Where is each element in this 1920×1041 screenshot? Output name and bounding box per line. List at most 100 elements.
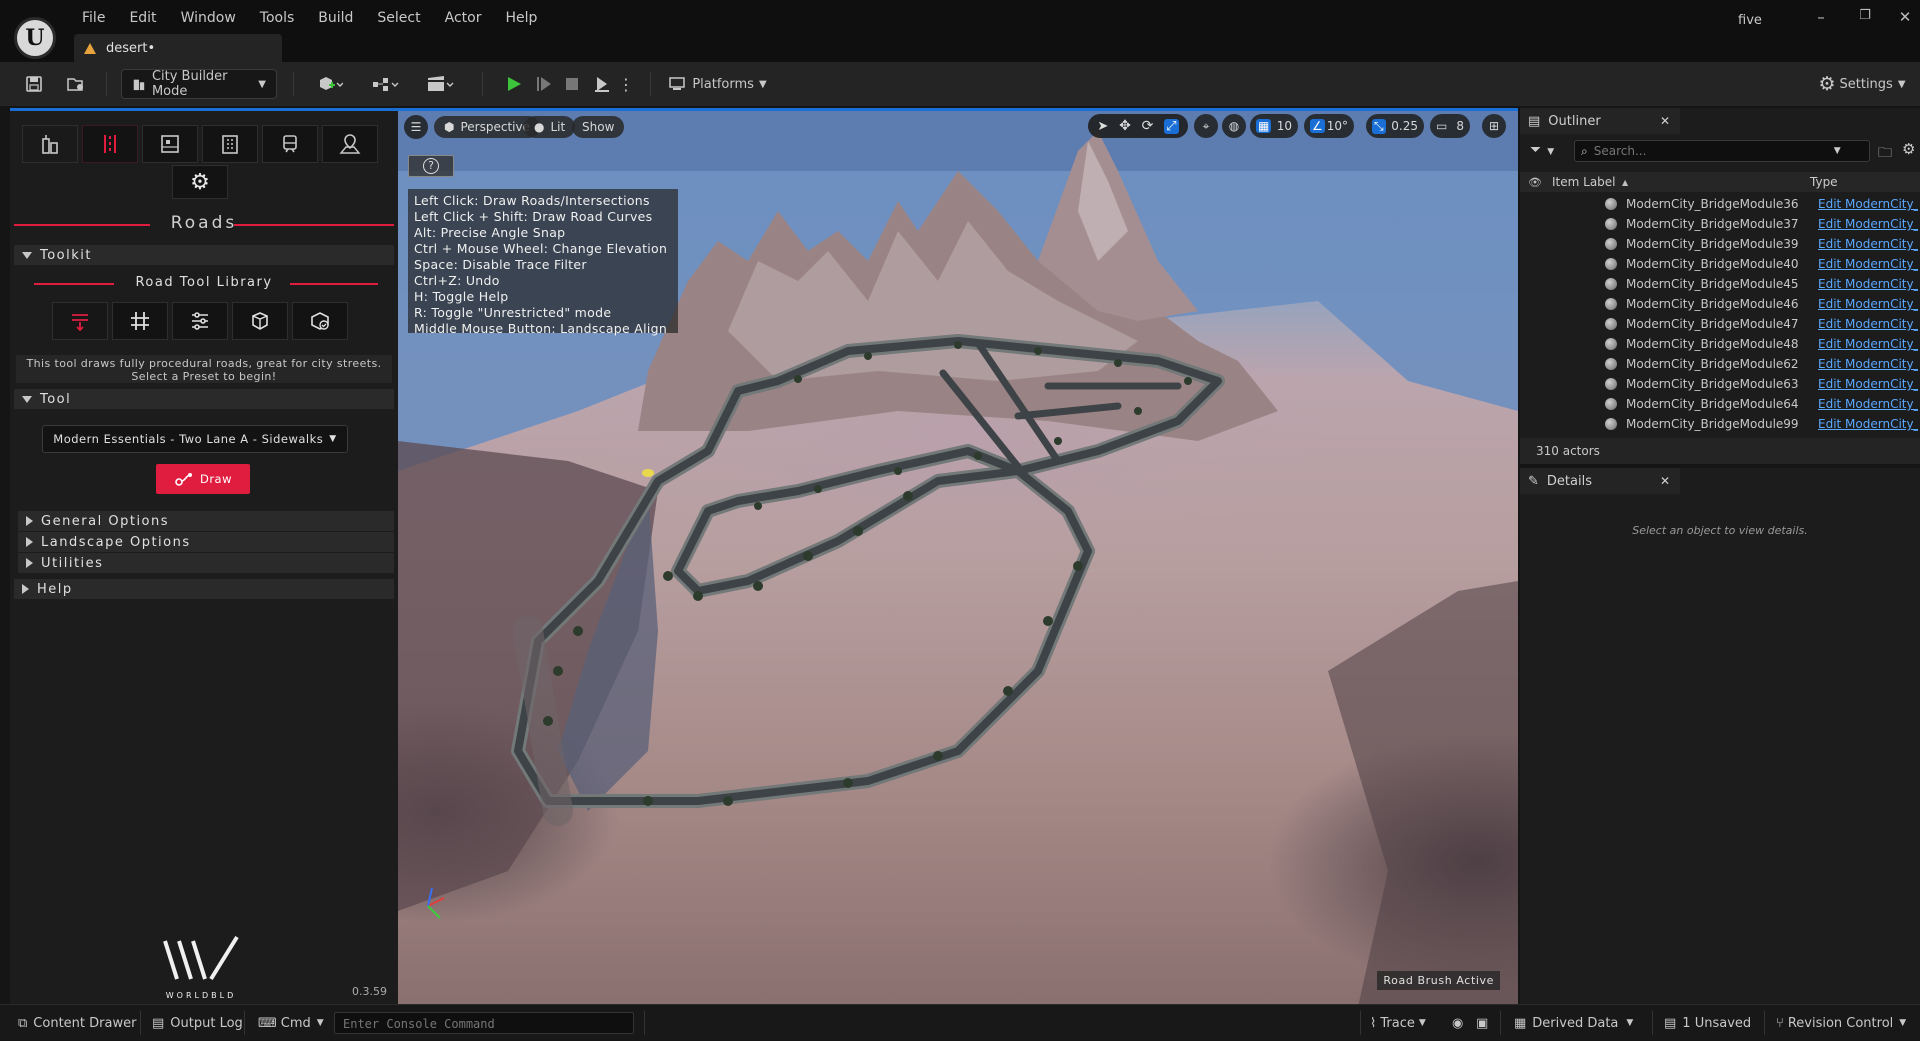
column-type[interactable]: Type bbox=[1810, 175, 1838, 189]
landscape-options-header[interactable]: Landscape Options bbox=[18, 532, 394, 552]
unsaved-button[interactable]: ▤ 1 Unsaved bbox=[1664, 1005, 1751, 1041]
outliner-row[interactable]: ModernCity_BridgeModule64 Edit ModernCity… bbox=[1520, 394, 1920, 414]
angle-snap-button[interactable]: ∠ 10° bbox=[1304, 114, 1354, 138]
viewport-menu-button[interactable]: ☰ bbox=[404, 115, 428, 139]
preset-dropdown[interactable]: Modern Essentials - Two Lane A - Sidewal… bbox=[42, 425, 348, 453]
tool-road-draw-button[interactable] bbox=[52, 302, 108, 340]
row-type-link[interactable]: Edit ModernCity_ bbox=[1818, 377, 1918, 391]
camera-speed-button[interactable]: ▭ 8 bbox=[1430, 114, 1470, 138]
level-viewport[interactable]: ☰ ⬢ Perspective ● Lit Show ? Left Click:… bbox=[398, 108, 1518, 1004]
outliner-row[interactable]: ModernCity_BridgeModule46 Edit ModernCity… bbox=[1520, 294, 1920, 314]
surface-snap-button[interactable]: ⌖ bbox=[1194, 114, 1218, 138]
category-blocks-button[interactable] bbox=[142, 125, 198, 163]
utilities-header[interactable]: Utilities bbox=[18, 553, 394, 573]
filter-button[interactable]: ⏷ ▼ bbox=[1530, 142, 1570, 162]
select-arrow-icon[interactable]: ➤ bbox=[1097, 119, 1108, 134]
menu-build[interactable]: Build bbox=[306, 6, 365, 32]
tool-header[interactable]: Tool bbox=[14, 389, 394, 409]
revision-control-button[interactable]: ⑂ Revision Control ▼ bbox=[1776, 1005, 1906, 1041]
show-button[interactable]: Show bbox=[572, 116, 625, 138]
close-button[interactable]: ✕ bbox=[1890, 8, 1920, 30]
console-command-box[interactable] bbox=[334, 1012, 634, 1034]
row-type-link[interactable]: Edit ModernCity_ bbox=[1818, 277, 1918, 291]
row-type-link[interactable]: Edit ModernCity_ bbox=[1818, 257, 1918, 271]
stop-button[interactable] bbox=[558, 69, 586, 99]
menu-file[interactable]: File bbox=[70, 6, 117, 32]
settings-button[interactable]: ⚙ Settings ▼ bbox=[1816, 69, 1908, 99]
tool-props-button[interactable] bbox=[232, 302, 288, 340]
menu-edit[interactable]: Edit bbox=[117, 6, 168, 32]
category-buildings-button[interactable] bbox=[22, 125, 78, 163]
scale-snap-button[interactable]: ⤡ 0.25 bbox=[1366, 114, 1424, 138]
trace-dropdown[interactable]: ⌇ Trace ▼ bbox=[1370, 1005, 1426, 1041]
world-local-button[interactable]: ◍ bbox=[1222, 114, 1246, 138]
menu-window[interactable]: Window bbox=[169, 6, 248, 32]
outliner-row[interactable]: ModernCity_BridgeModule99 Edit ModernCity… bbox=[1520, 414, 1920, 434]
derived-data-button[interactable]: ▦ Derived Data ▼ bbox=[1514, 1005, 1633, 1041]
mode-dropdown[interactable]: City Builder Mode ▼ bbox=[121, 69, 277, 99]
draw-button[interactable]: Draw bbox=[156, 464, 250, 494]
row-type-link[interactable]: Edit ModernCity_ bbox=[1818, 317, 1918, 331]
screenshot-button[interactable]: ▣ bbox=[1476, 1005, 1488, 1041]
record-button[interactable]: ◉ bbox=[1452, 1005, 1463, 1041]
save-button[interactable] bbox=[20, 69, 48, 99]
add-actor-button[interactable] bbox=[310, 69, 350, 99]
help-header[interactable]: Help bbox=[14, 579, 394, 599]
row-type-link[interactable]: Edit ModernCity_ bbox=[1818, 237, 1918, 251]
outliner-row[interactable]: ModernCity_BridgeModule37 Edit ModernCity… bbox=[1520, 214, 1920, 234]
play-options-button[interactable]: ⋮ bbox=[618, 69, 634, 99]
category-rail-button[interactable] bbox=[262, 125, 318, 163]
tool-intersection-button[interactable] bbox=[112, 302, 168, 340]
eye-icon[interactable]: 👁 bbox=[1528, 176, 1542, 189]
outliner-row[interactable]: ModernCity_BridgeModule36 Edit ModernCity… bbox=[1520, 194, 1920, 214]
details-tab[interactable]: ✎ Details ✕ bbox=[1520, 468, 1680, 494]
outliner-search[interactable]: ⌕ ▼ bbox=[1574, 140, 1870, 162]
browse-button[interactable] bbox=[62, 69, 90, 99]
outliner-row[interactable]: ModernCity_BridgeModule62 Edit ModernCity… bbox=[1520, 354, 1920, 374]
search-input[interactable] bbox=[1593, 144, 1834, 158]
scale-icon[interactable]: ⤢ bbox=[1164, 118, 1179, 134]
outliner-tab[interactable]: ▤ Outliner ✕ bbox=[1520, 108, 1680, 134]
help-toggle-button[interactable]: ? bbox=[408, 155, 454, 177]
row-type-link[interactable]: Edit ModernCity_ bbox=[1818, 337, 1918, 351]
category-roads-button[interactable] bbox=[82, 125, 138, 163]
close-icon[interactable]: ✕ bbox=[1660, 114, 1670, 128]
outliner-row[interactable]: ModernCity_BridgeModule40 Edit ModernCity… bbox=[1520, 254, 1920, 274]
eject-button[interactable] bbox=[588, 69, 616, 99]
menu-actor[interactable]: Actor bbox=[433, 6, 494, 32]
rotate-icon[interactable]: ⟳ bbox=[1142, 118, 1154, 134]
row-type-link[interactable]: Edit ModernCity_ bbox=[1818, 357, 1918, 371]
content-drawer-button[interactable]: ⧉ Content Drawer bbox=[18, 1005, 136, 1041]
category-terrain-button[interactable] bbox=[322, 125, 378, 163]
row-type-link[interactable]: Edit ModernCity_ bbox=[1818, 197, 1918, 211]
category-settings-button[interactable]: ⚙ bbox=[172, 165, 228, 199]
grid-snap-button[interactable]: ▦ 10 bbox=[1250, 114, 1298, 138]
general-options-header[interactable]: General Options bbox=[18, 511, 394, 531]
row-type-link[interactable]: Edit ModernCity_ bbox=[1818, 297, 1918, 311]
outliner-row[interactable]: ModernCity_BridgeModule48 Edit ModernCity… bbox=[1520, 334, 1920, 354]
row-type-link[interactable]: Edit ModernCity_ bbox=[1818, 397, 1918, 411]
minimize-button[interactable]: – bbox=[1806, 8, 1836, 30]
outliner-row[interactable]: ModernCity_BridgeModule47 Edit ModernCity… bbox=[1520, 314, 1920, 334]
outliner-row[interactable]: ModernCity_BridgeModule63 Edit ModernCity… bbox=[1520, 374, 1920, 394]
column-item-label[interactable]: Item Label bbox=[1552, 175, 1616, 189]
row-type-link[interactable]: Edit ModernCity_ bbox=[1818, 417, 1918, 431]
tool-bake-button[interactable] bbox=[292, 302, 348, 340]
outliner-row[interactable]: ModernCity_BridgeModule39 Edit ModernCity… bbox=[1520, 234, 1920, 254]
output-log-button[interactable]: ▤ Output Log bbox=[152, 1005, 243, 1041]
outliner-row[interactable]: ModernCity_BridgeModule45 Edit ModernCity… bbox=[1520, 274, 1920, 294]
console-input[interactable] bbox=[335, 1014, 625, 1034]
restore-button[interactable]: ❐ bbox=[1850, 8, 1880, 30]
layout-button[interactable]: ⊞ bbox=[1482, 114, 1506, 138]
move-icon[interactable]: ✥ bbox=[1119, 118, 1131, 134]
menu-select[interactable]: Select bbox=[365, 6, 432, 32]
row-type-link[interactable]: Edit ModernCity_ bbox=[1818, 217, 1918, 231]
close-icon[interactable]: ✕ bbox=[1660, 474, 1670, 488]
menu-help[interactable]: Help bbox=[493, 6, 549, 32]
play-button[interactable] bbox=[500, 69, 528, 99]
cinematics-button[interactable] bbox=[420, 69, 460, 99]
lit-button[interactable]: ● Lit bbox=[524, 116, 576, 138]
blueprint-button[interactable] bbox=[365, 69, 405, 99]
advance-frame-button[interactable] bbox=[530, 69, 558, 99]
tool-settings-button[interactable] bbox=[172, 302, 228, 340]
